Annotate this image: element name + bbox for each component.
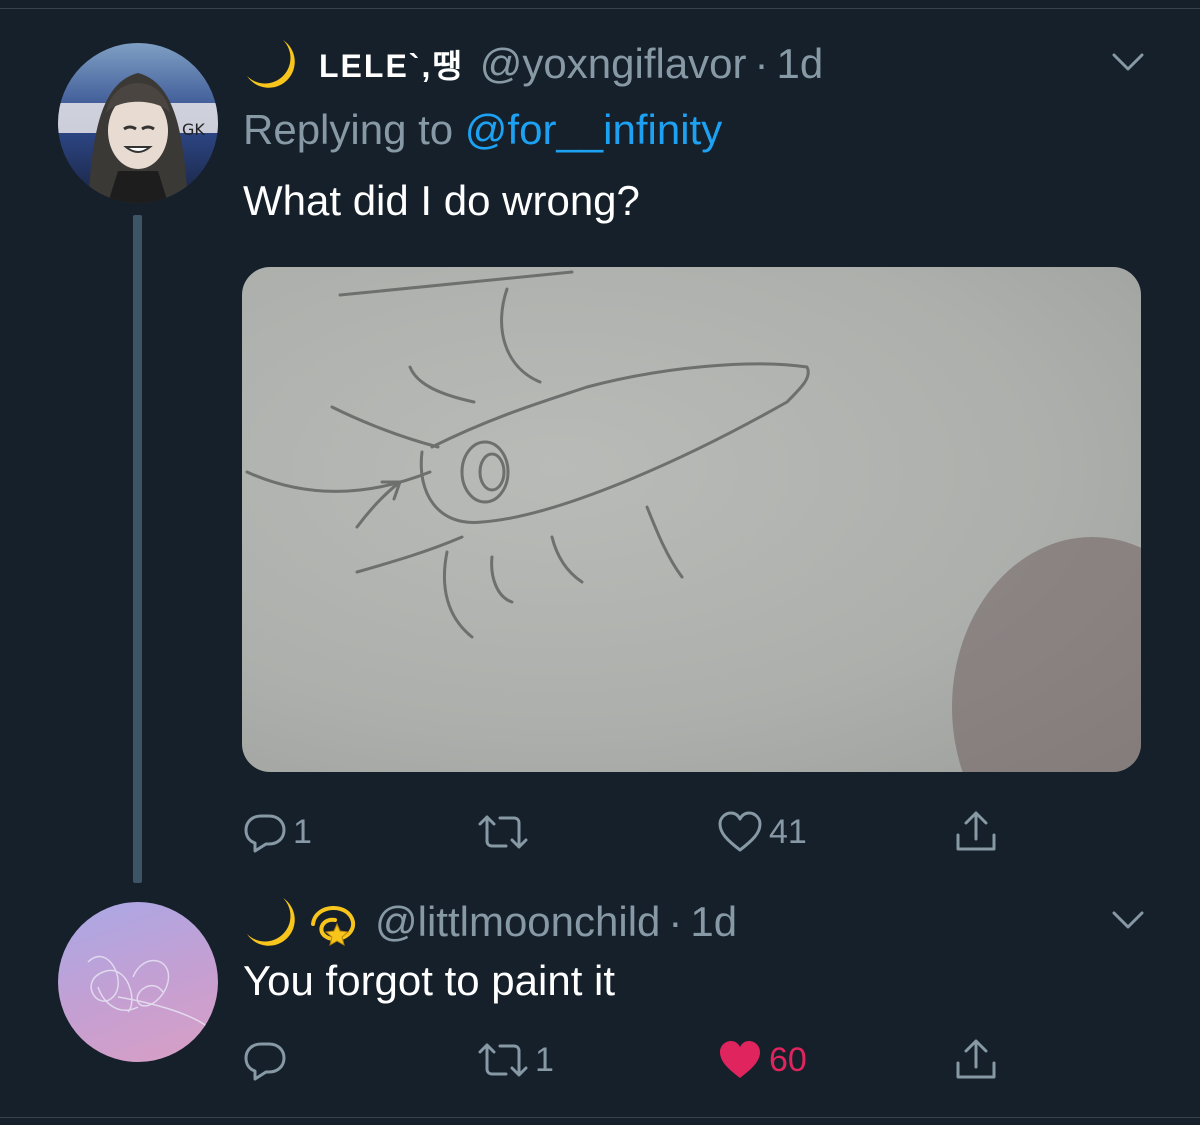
tweet-actions: 1 60 [243,1030,1023,1090]
reply-icon [244,1042,286,1081]
tweet-header: @littlmoonchild · 1d [243,894,737,950]
like-count: 60 [769,1040,807,1079]
like-button[interactable]: 60 [717,1030,807,1090]
tweet-actions: 1 41 [243,802,1023,862]
svg-text:GK: GK [182,120,205,139]
user-handle[interactable]: @littlmoonchild [375,898,660,946]
like-button[interactable]: 41 [717,802,807,862]
reply-button[interactable]: 1 [243,802,312,862]
reply-icon [244,814,286,853]
user-handle[interactable]: @yoxngiflavor [480,40,747,88]
avatar[interactable] [58,902,218,1062]
heart-filled-icon [720,1041,760,1078]
mention-link[interactable]: @for__infinity [465,106,722,153]
tweet-image[interactable] [242,267,1141,772]
separator-dot: · [754,40,769,87]
heart-outline-icon [718,811,762,852]
like-count: 41 [769,812,807,851]
thread-connector-line [133,215,142,883]
reply-button[interactable] [243,1030,293,1090]
tweet[interactable]: @littlmoonchild · 1d You forgot to paint… [0,890,1200,1117]
display-name[interactable]: LELE`,땡 [319,41,464,87]
share-icon [956,811,996,851]
tweet-header: LELE`,땡 @yoxngiflavor · 1d [243,36,823,92]
share-button[interactable] [953,1030,999,1090]
retweet-button[interactable] [477,802,535,862]
retweet-count: 1 [535,1040,554,1079]
retweet-icon [478,815,528,849]
bottom-divider [0,1117,1200,1118]
tweet[interactable]: GK LELE`,땡 @yoxngiflavor · 1d Replying t… [0,0,1200,890]
chevron-down-icon[interactable] [1112,52,1144,72]
dizzy-star-icon [305,894,361,950]
share-icon [956,1039,996,1079]
avatar[interactable]: GK [58,43,218,203]
tweet-text: You forgot to paint it [243,957,616,1004]
timestamp[interactable]: 1d [690,898,737,946]
separator-dot: · [668,898,683,945]
chevron-down-icon[interactable] [1112,910,1144,930]
tweet-text: What did I do wrong? [243,177,640,224]
retweet-icon [478,1043,528,1077]
timestamp[interactable]: 1d [777,40,824,88]
share-button[interactable] [953,802,999,862]
retweet-button[interactable]: 1 [477,1030,554,1090]
reply-count: 1 [293,812,312,851]
replying-to-label: Replying to [243,106,454,153]
crescent-moon-icon [243,36,299,92]
crescent-moon-icon [243,894,299,950]
replying-to-line: Replying to @for__infinity [243,106,722,154]
